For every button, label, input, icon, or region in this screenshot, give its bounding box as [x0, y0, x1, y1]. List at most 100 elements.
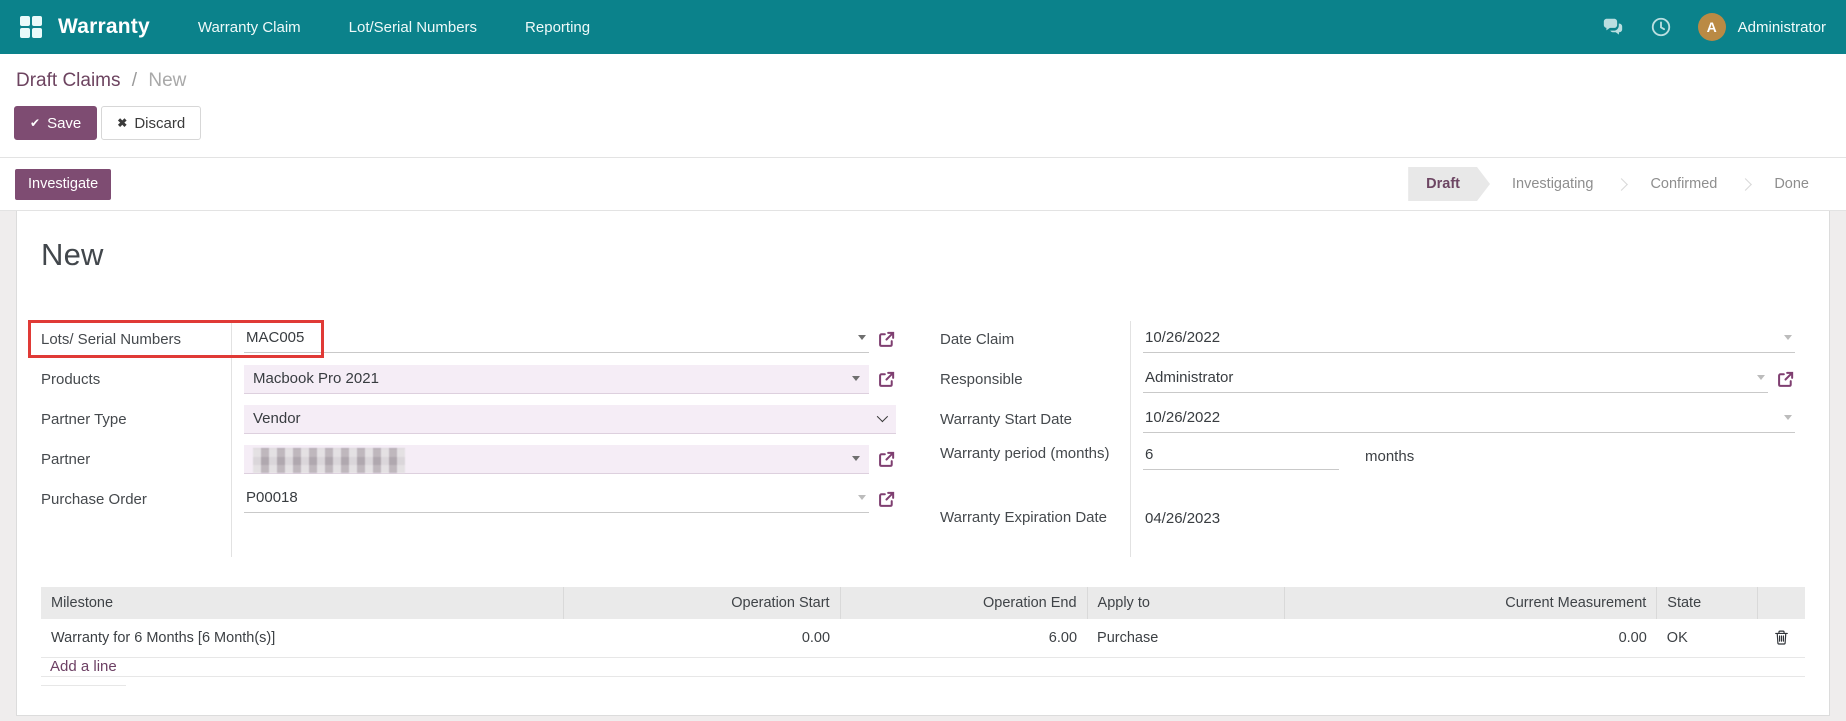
field-label: Products: [41, 369, 231, 390]
menu-warranty-claim[interactable]: Warranty Claim: [198, 19, 301, 36]
form-left-column: Lots/ Serial Numbers MAC005 Products Mac…: [41, 319, 896, 559]
col-operation-start: Operation Start: [563, 587, 840, 619]
external-link-icon[interactable]: [877, 370, 896, 389]
responsible-input[interactable]: Administrator: [1143, 366, 1768, 393]
partner-input[interactable]: [244, 445, 869, 474]
dropdown-caret-icon: [1784, 335, 1792, 340]
table-header-row: Milestone Operation Start Operation End …: [41, 587, 1805, 619]
partner-type-select[interactable]: Vendor: [244, 405, 896, 434]
date-claim-input[interactable]: 10/26/2022: [1143, 326, 1795, 353]
field-partner: Partner: [41, 439, 896, 479]
field-label: Date Claim: [940, 329, 1130, 350]
breadcrumb-current: New: [148, 70, 186, 91]
months-suffix: months: [1365, 448, 1414, 465]
field-partner-type: Partner Type Vendor: [41, 399, 896, 439]
check-icon: ✔: [30, 116, 40, 130]
top-navbar: Warranty Warranty Claim Lot/Serial Numbe…: [0, 0, 1846, 54]
warranty-start-date-input[interactable]: 10/26/2022: [1143, 406, 1795, 433]
dropdown-caret-icon: [852, 456, 860, 461]
breadcrumb-draft-claims[interactable]: Draft Claims: [16, 70, 121, 91]
cell-operation-start[interactable]: 0.00: [563, 619, 840, 657]
apps-grid-icon[interactable]: [20, 16, 42, 38]
statusbar: Investigate Draft Investigating Confirme…: [0, 158, 1846, 211]
field-products: Products Macbook Pro 2021: [41, 359, 896, 399]
partner-value-redacted: [253, 448, 405, 473]
investigate-button[interactable]: Investigate: [15, 169, 111, 200]
stage-indicator: Draft Investigating Confirmed Done: [1408, 167, 1831, 201]
col-current-measurement: Current Measurement: [1285, 587, 1657, 619]
warranty-expiration-value: 04/26/2023: [1143, 507, 1795, 533]
cell-operation-end[interactable]: 6.00: [840, 619, 1087, 657]
control-buttons: ✔ Save ✖ Discard: [0, 96, 1846, 158]
user-name: Administrator: [1738, 19, 1826, 36]
table-row[interactable]: Warranty for 6 Months [6 Month(s)] 0.00 …: [41, 619, 1805, 657]
field-responsible: Responsible Administrator: [940, 359, 1795, 399]
breadcrumb: Draft Claims / New: [0, 54, 1846, 96]
dropdown-caret-icon: [858, 335, 866, 340]
col-apply-to: Apply to: [1087, 587, 1285, 619]
milestone-table: Milestone Operation Start Operation End …: [41, 587, 1805, 658]
field-date-claim: Date Claim 10/26/2022: [940, 319, 1795, 359]
external-link-icon[interactable]: [877, 490, 896, 509]
col-state: State: [1657, 587, 1758, 619]
avatar[interactable]: A: [1698, 13, 1726, 41]
discard-button[interactable]: ✖ Discard: [101, 106, 201, 140]
field-purchase-order: Purchase Order P00018: [41, 479, 896, 519]
delete-row-trash-icon[interactable]: [1773, 629, 1790, 646]
field-label: Responsible: [940, 369, 1130, 390]
field-label: Warranty Start Date: [940, 409, 1130, 430]
chevron-right-icon: [1616, 178, 1629, 191]
purchase-order-input[interactable]: P00018: [244, 486, 869, 513]
stage-draft[interactable]: Draft: [1408, 167, 1490, 201]
menu-lot-serial-numbers[interactable]: Lot/Serial Numbers: [349, 19, 477, 36]
add-line-row: Add a line: [41, 658, 1805, 677]
cell-state[interactable]: OK: [1657, 619, 1758, 657]
external-link-icon[interactable]: [1776, 370, 1795, 389]
breadcrumb-separator: /: [132, 70, 137, 91]
field-warranty-expiration-date: Warranty Expiration Date 04/26/2023: [940, 503, 1795, 559]
field-warranty-start-date: Warranty Start Date 10/26/2022: [940, 399, 1795, 439]
col-operation-end: Operation End: [840, 587, 1087, 619]
form-right-column: Date Claim 10/26/2022 Responsible Admini…: [940, 319, 1795, 559]
field-label: Partner Type: [41, 409, 231, 430]
field-label: Partner: [41, 449, 231, 470]
cell-apply-to[interactable]: Purchase: [1087, 619, 1285, 657]
products-input[interactable]: Macbook Pro 2021: [244, 365, 869, 394]
save-button[interactable]: ✔ Save: [14, 106, 97, 140]
dropdown-caret-icon: [1784, 415, 1792, 420]
chevron-right-icon: [1739, 178, 1752, 191]
field-label: Lots/ Serial Numbers: [41, 329, 231, 350]
external-link-icon[interactable]: [877, 330, 896, 349]
cell-current-measurement[interactable]: 0.00: [1285, 619, 1657, 657]
col-actions: [1757, 587, 1805, 619]
app-name[interactable]: Warranty: [58, 15, 150, 39]
field-label: Purchase Order: [41, 489, 231, 510]
stage-done[interactable]: Done: [1752, 167, 1831, 201]
field-warranty-period: Warranty period (months) 6 months: [940, 439, 1795, 503]
x-icon: ✖: [117, 116, 127, 130]
field-lots-serial-numbers: Lots/ Serial Numbers MAC005: [41, 319, 896, 359]
col-milestone: Milestone: [41, 587, 563, 619]
form-fields: Lots/ Serial Numbers MAC005 Products Mac…: [41, 319, 1805, 559]
nav-right: A Administrator: [1602, 13, 1826, 41]
top-menu: Warranty Claim Lot/Serial Numbers Report…: [198, 19, 590, 36]
stage-confirmed[interactable]: Confirmed: [1628, 167, 1739, 201]
messages-icon[interactable]: [1602, 16, 1624, 38]
activity-clock-icon[interactable]: [1650, 16, 1672, 38]
lots-serial-input[interactable]: MAC005: [244, 326, 869, 353]
field-label: Warranty Expiration Date: [940, 507, 1130, 528]
menu-reporting[interactable]: Reporting: [525, 19, 590, 36]
form-sheet: New Lots/ Serial Numbers MAC005 Product: [16, 211, 1830, 716]
dropdown-caret-icon: [852, 376, 860, 381]
page-background: New Lots/ Serial Numbers MAC005 Product: [0, 211, 1846, 721]
external-link-icon[interactable]: [877, 450, 896, 469]
stage-investigating[interactable]: Investigating: [1490, 167, 1615, 201]
dropdown-caret-icon: [858, 495, 866, 500]
dropdown-caret-icon: [1757, 375, 1765, 380]
field-label: Warranty period (months): [940, 443, 1130, 464]
record-title: New: [41, 237, 1805, 273]
warranty-period-input[interactable]: 6: [1143, 443, 1339, 470]
user-menu[interactable]: A Administrator: [1698, 13, 1826, 41]
add-a-line-link[interactable]: Add a line: [41, 648, 126, 686]
select-chevron-icon: [877, 411, 888, 422]
